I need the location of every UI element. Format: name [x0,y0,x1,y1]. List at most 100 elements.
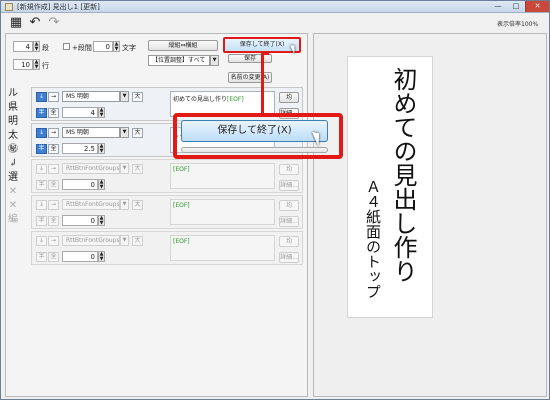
big-button[interactable]: 大 [132,92,143,102]
special-tool-icon[interactable]: ㊙ [7,143,19,156]
row-right-button[interactable]: → [48,128,59,138]
ruby-tool-icon[interactable]: ル [7,87,19,100]
delete2-tool-icon[interactable]: ✕ [7,199,19,212]
row-down-button[interactable]: ↓ [36,200,47,210]
size-input[interactable]: 0 [62,215,98,226]
half-width-button[interactable]: 半 [36,180,47,190]
row-right-button[interactable]: → [48,200,59,210]
size-input[interactable]: 0 [62,179,98,190]
full-width-button[interactable]: 全 [48,252,59,262]
align-button[interactable]: 均 [279,236,299,247]
size-spinner[interactable]: ▲ ▼ [98,215,105,226]
size-spinner[interactable]: ▲ ▼ [98,107,105,118]
minimize-button[interactable]: — [489,1,507,12]
lines-unit: 段 [42,44,49,52]
row-down-button[interactable]: ↓ [36,92,47,102]
rename-button[interactable]: 名前の変更(A) [228,72,272,83]
char-spacing-unit: 文字 [122,44,136,52]
line-spacing-checkbox[interactable] [63,43,70,50]
preview-subtitle: Ａ４紙面のトップ [364,179,382,299]
full-width-button[interactable]: 全 [48,144,59,154]
kanji-tool-icon[interactable]: 県 [7,101,19,114]
rows-spinner[interactable]: ▲ ▼ [33,59,40,70]
half-width-button[interactable]: 半 [36,252,47,262]
preview-title: 初めての見出し作り [389,67,417,283]
callout-connector [261,52,264,116]
size-input[interactable]: 2.5 [62,143,98,154]
size-input[interactable]: 4 [62,107,98,118]
mincho-tool-icon[interactable]: 明 [7,115,19,128]
redo-icon[interactable]: ↷ [47,16,61,30]
size-spinner[interactable]: ▲ ▼ [98,179,105,190]
size-input[interactable]: 0 [62,251,98,262]
app-icon [5,3,13,11]
app-window: [新規作成] 見出し1 [更新] — □ ✕ ▦ ↶ ↷ 表示倍率100% 4 … [0,0,550,400]
half-width-button[interactable]: 半 [36,144,47,154]
text-row: ↓ → 半 全 RttBtnFontGroups ▼ 大 0 ▲ ▼ [EOF] … [31,231,303,265]
lines-spinner[interactable]: ▲ ▼ [33,41,40,52]
row-right-button[interactable]: → [48,92,59,102]
save-button[interactable]: 保存 [228,54,272,63]
text-input[interactable]: [EOF] [170,163,275,189]
title-bar: [新規作成] 見出し1 [更新] — □ ✕ [1,1,549,13]
full-width-button[interactable]: 全 [48,216,59,226]
vertical-horizontal-button[interactable]: 縦組⇔横組 [148,40,218,51]
edit-tool-icon[interactable]: 編 [7,213,19,226]
chevron-down-icon[interactable]: ▼ [120,163,129,174]
callout-save-and-exit-button[interactable]: 保存して終了(X) [181,120,328,142]
zoom-label: 表示倍率100% [497,21,539,28]
rows-input[interactable]: 10 [13,59,33,70]
chevron-down-icon[interactable]: ▼ [120,127,129,138]
full-width-button[interactable]: 全 [48,180,59,190]
row-down-button[interactable]: ↓ [36,128,47,138]
font-dropdown[interactable]: RttBtnFontGroups [62,163,120,174]
char-spacing-input[interactable]: 0 [93,41,113,52]
grid-menu-icon[interactable]: ▦ [9,16,23,30]
text-input[interactable]: [EOF] [170,199,275,225]
row-right-button[interactable]: → [48,236,59,246]
delete-tool-icon[interactable]: ✕ [7,185,19,198]
big-button[interactable]: 大 [132,164,143,174]
align-button[interactable]: 均 [279,200,299,211]
detail-button[interactable]: 詳細... [279,180,299,191]
position-adjust-dropdown[interactable]: 【位置調整】すべて [148,55,210,66]
row-right-button[interactable]: → [48,164,59,174]
line-spacing-label: +段間 [72,44,92,52]
chevron-down-icon[interactable]: ▼ [120,235,129,246]
lines-input[interactable]: 4 [13,41,33,52]
close-button[interactable]: ✕ [525,1,549,12]
big-button[interactable]: 大 [132,128,143,138]
select-tool-icon[interactable]: 選 [7,171,19,184]
full-width-button[interactable]: 全 [48,108,59,118]
size-spinner[interactable]: ▲ ▼ [98,251,105,262]
text-row: ↓ → 半 全 RttBtnFontGroups ▼ 大 0 ▲ ▼ [EOF] … [31,159,303,193]
rows-unit: 行 [42,62,49,70]
row-down-button[interactable]: ↓ [36,236,47,246]
half-width-button[interactable]: 半 [36,216,47,226]
font-dropdown[interactable]: RttBtnFontGroups [62,235,120,246]
undo-icon[interactable]: ↶ [28,16,42,30]
chevron-down-icon[interactable]: ▼ [120,91,129,102]
text-row: ↓ → 半 全 RttBtnFontGroups ▼ 大 0 ▲ ▼ [EOF] … [31,195,303,229]
big-button[interactable]: 大 [132,236,143,246]
chevron-down-icon[interactable]: ▼ [120,199,129,210]
maximize-button[interactable]: □ [507,1,525,12]
font-dropdown[interactable]: MS 明朝 [62,127,120,138]
half-width-button[interactable]: 半 [36,108,47,118]
detail-button[interactable]: 詳細... [279,252,299,263]
text-input[interactable]: [EOF] [170,235,275,261]
bold-tool-icon[interactable]: 太 [7,129,19,142]
font-dropdown[interactable]: RttBtnFontGroups [62,199,120,210]
char-spacing-spinner[interactable]: ▲ ▼ [113,41,120,52]
callout-secondary-button[interactable] [181,147,328,153]
return-tool-icon[interactable]: ↲ [7,157,19,170]
align-button[interactable]: 均 [279,92,299,103]
window-title: [新規作成] 見出し1 [更新] [17,3,100,11]
align-button[interactable]: 均 [279,164,299,175]
big-button[interactable]: 大 [132,200,143,210]
size-spinner[interactable]: ▲ ▼ [98,143,105,154]
detail-button[interactable]: 詳細... [279,216,299,227]
row-down-button[interactable]: ↓ [36,164,47,174]
font-dropdown[interactable]: MS 明朝 [62,91,120,102]
chevron-down-icon[interactable]: ▼ [210,55,219,66]
